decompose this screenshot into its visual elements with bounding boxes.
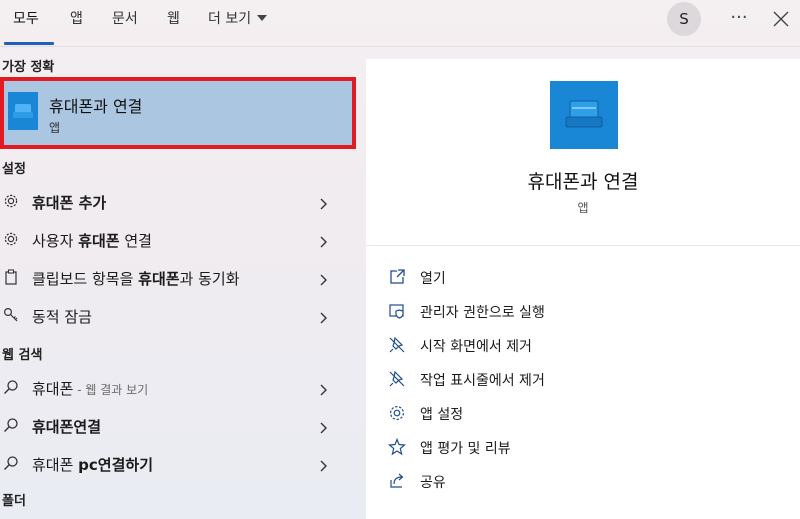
chevron-right-icon bbox=[318, 195, 330, 210]
chevron-right-icon bbox=[318, 457, 330, 472]
action-unpin-taskbar[interactable]: 작업 표시줄에서 제거 bbox=[388, 366, 768, 392]
action-label: 시작 화면에서 제거 bbox=[420, 339, 532, 355]
close-icon[interactable] bbox=[770, 8, 792, 30]
settings-item-link-phone[interactable]: 사용자 휴대폰 연결 bbox=[0, 222, 346, 256]
section-folders: 폴더 bbox=[2, 494, 26, 509]
caret-down-icon bbox=[257, 15, 268, 21]
settings-item-dynamic-lock[interactable]: 동적 잠금 bbox=[0, 298, 346, 332]
chevron-right-icon bbox=[318, 271, 330, 286]
unpin-icon bbox=[388, 336, 406, 354]
web-result-label: 휴대폰 - 웹 결과 보기 bbox=[32, 380, 149, 398]
chevron-right-icon bbox=[318, 309, 330, 324]
action-unpin-start[interactable]: 시작 화면에서 제거 bbox=[388, 332, 768, 358]
action-rate-review[interactable]: 앱 평가 및 리뷰 bbox=[388, 434, 768, 460]
active-tab-indicator bbox=[4, 42, 54, 45]
web-result-label: 휴대폰 pc연결하기 bbox=[32, 456, 154, 474]
best-match-result[interactable]: 휴대폰과 연결 앱 bbox=[0, 77, 356, 149]
settings-item-clipboard-sync[interactable]: 클립보드 항목을 휴대폰과 동기화 bbox=[0, 260, 346, 294]
chevron-right-icon bbox=[318, 419, 330, 434]
web-result-label: 휴대폰연결 bbox=[32, 418, 102, 436]
tab-web[interactable]: 웹 bbox=[167, 9, 180, 29]
key-icon bbox=[3, 307, 19, 323]
app-type: 앱 bbox=[577, 201, 589, 215]
action-label: 관리자 권한으로 실행 bbox=[420, 305, 545, 321]
tab-documents[interactable]: 문서 bbox=[112, 9, 138, 29]
divider bbox=[366, 245, 800, 246]
unpin-icon bbox=[388, 370, 406, 388]
open-icon bbox=[388, 268, 406, 286]
section-web-search: 웹 검색 bbox=[2, 348, 43, 363]
web-result-item[interactable]: 휴대폰 pc연결하기 bbox=[0, 446, 346, 480]
phone-link-app-icon bbox=[8, 92, 38, 130]
tab-all[interactable]: 모두 bbox=[13, 9, 39, 29]
action-label: 열기 bbox=[420, 271, 446, 287]
action-share[interactable]: 공유 bbox=[388, 468, 768, 494]
section-settings: 설정 bbox=[2, 162, 26, 177]
action-app-settings[interactable]: 앱 설정 bbox=[388, 400, 768, 426]
shield-icon bbox=[388, 302, 406, 320]
tab-more-label: 더 보기 bbox=[208, 11, 252, 27]
settings-item-label: 동적 잠금 bbox=[32, 308, 92, 326]
settings-item-label: 휴대폰 추가 bbox=[32, 194, 107, 212]
gear-icon bbox=[3, 231, 19, 247]
app-detail-pane: 휴대폰과 연결 앱 열기 관리자 권한으로 실행 시작 화면에서 제거 작업 표… bbox=[366, 59, 800, 519]
action-label: 앱 설정 bbox=[420, 407, 464, 423]
search-icon bbox=[3, 417, 19, 433]
clipboard-icon bbox=[3, 269, 19, 285]
tab-more[interactable]: 더 보기 bbox=[208, 9, 268, 29]
user-avatar[interactable]: S bbox=[667, 2, 701, 36]
settings-item-label: 사용자 휴대폰 연결 bbox=[32, 232, 152, 250]
action-label: 앱 평가 및 리뷰 bbox=[420, 441, 511, 457]
star-icon bbox=[388, 437, 406, 456]
settings-item-label: 클립보드 항목을 휴대폰과 동기화 bbox=[32, 270, 240, 288]
phone-link-app-icon bbox=[550, 81, 618, 149]
action-label: 공유 bbox=[420, 475, 446, 491]
gear-icon bbox=[3, 193, 19, 209]
search-icon bbox=[3, 379, 19, 395]
more-options-icon[interactable]: ··· bbox=[727, 7, 751, 31]
action-label: 작업 표시줄에서 제거 bbox=[420, 373, 545, 389]
chevron-right-icon bbox=[318, 233, 330, 248]
web-result-item[interactable]: 휴대폰 - 웹 결과 보기 bbox=[0, 370, 346, 404]
web-result-item[interactable]: 휴대폰연결 bbox=[0, 408, 346, 442]
settings-item-add-phone[interactable]: 휴대폰 추가 bbox=[0, 184, 346, 218]
chevron-right-icon bbox=[318, 381, 330, 396]
search-filter-bar: 모두 앱 문서 웹 더 보기 S ··· bbox=[0, 0, 800, 47]
app-name: 휴대폰과 연결 bbox=[527, 171, 639, 193]
gear-icon bbox=[388, 404, 406, 422]
share-icon bbox=[388, 472, 406, 490]
best-match-title: 휴대폰과 연결 bbox=[49, 97, 143, 116]
section-best-match: 가장 정확 bbox=[2, 60, 55, 75]
action-open[interactable]: 열기 bbox=[388, 264, 768, 290]
search-icon bbox=[3, 455, 19, 471]
action-run-as-admin[interactable]: 관리자 권한으로 실행 bbox=[388, 298, 768, 324]
tab-apps[interactable]: 앱 bbox=[70, 9, 83, 29]
best-match-subtitle: 앱 bbox=[49, 121, 61, 135]
